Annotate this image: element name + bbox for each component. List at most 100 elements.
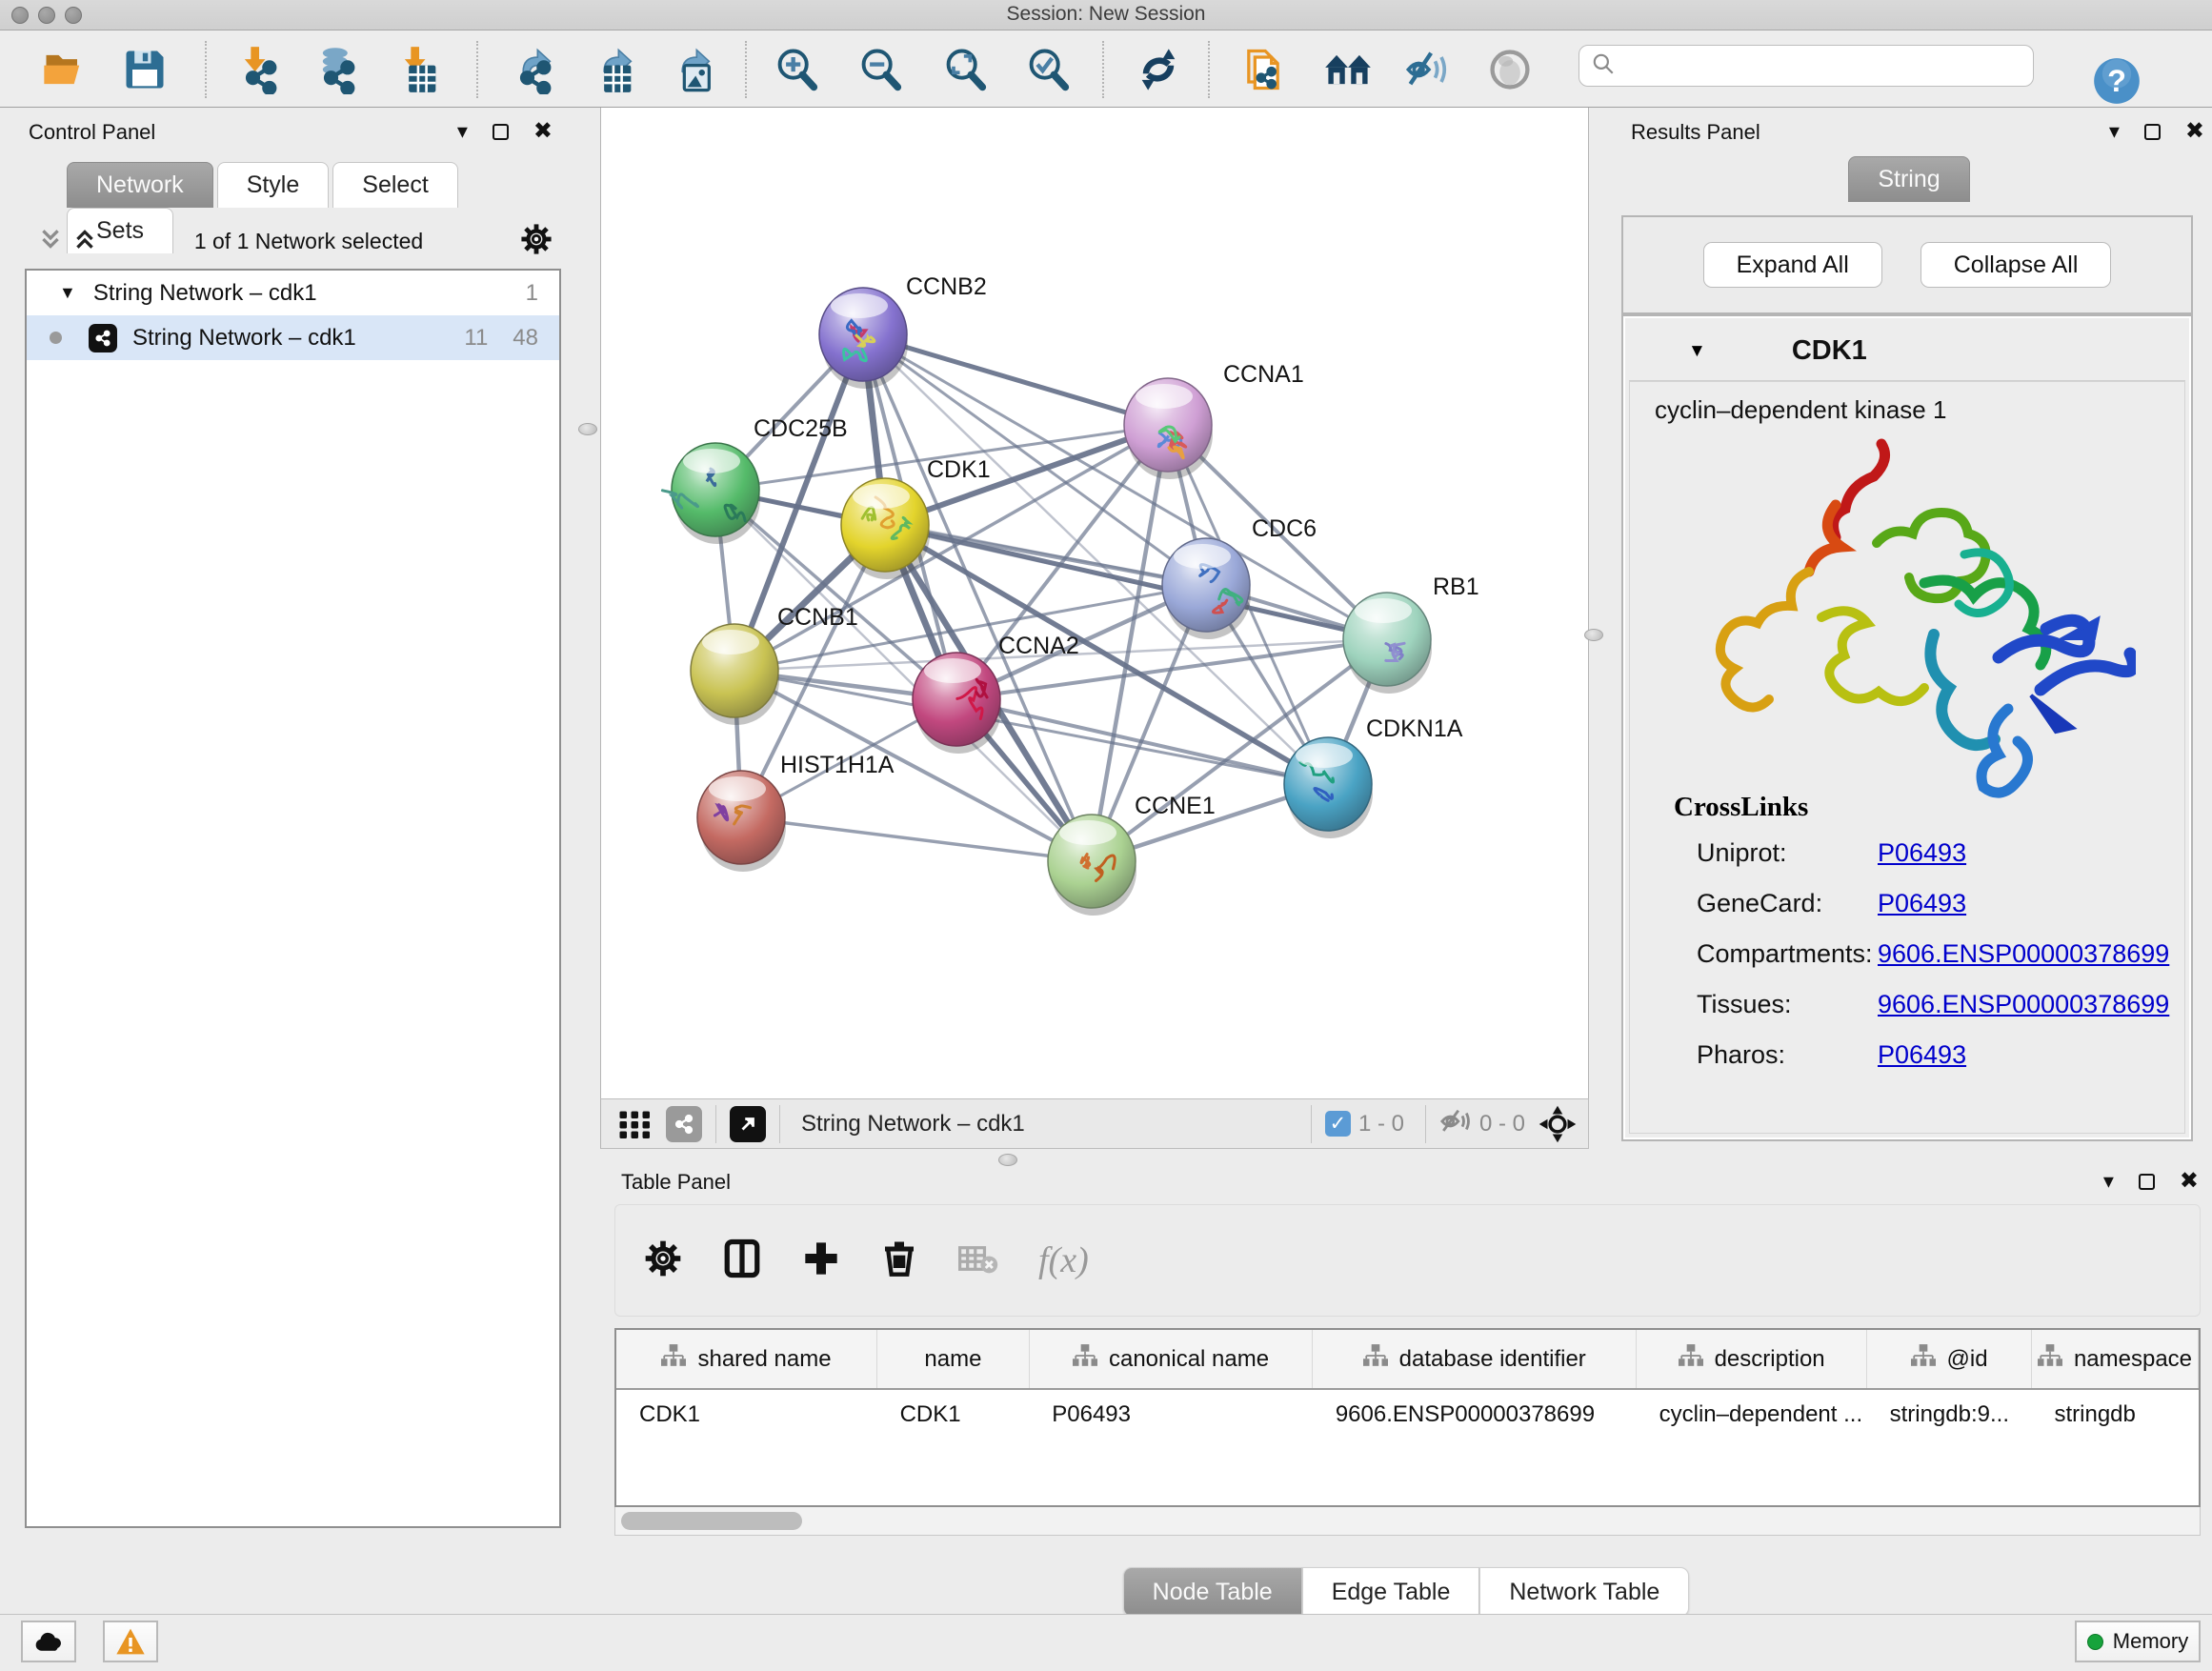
export-network-icon[interactable] [507, 43, 560, 96]
crosslink-link[interactable]: P06493 [1878, 1040, 1966, 1070]
expand-all-button[interactable]: Expand All [1703, 242, 1882, 288]
table-cell[interactable]: 9606.ENSP00000378699 [1313, 1389, 1637, 1439]
table-horizontal-scrollbar[interactable] [614, 1507, 2201, 1536]
gear-icon[interactable] [520, 223, 553, 260]
network-row-selected[interactable]: String Network – cdk1 11 48 [27, 315, 559, 360]
memory-button[interactable]: Memory [2075, 1621, 2201, 1662]
delete-column-icon[interactable] [880, 1239, 918, 1282]
collection-expand-icon[interactable]: ▼ [59, 283, 76, 303]
network-node-cdkn1a[interactable]: CDKN1A [1284, 715, 1463, 838]
collapse-all-button[interactable]: Collapse All [1920, 242, 2112, 288]
tab-string[interactable]: String [1848, 156, 1969, 202]
clone-network-icon[interactable] [1237, 43, 1290, 96]
control-panel-close-icon[interactable]: ✖ [533, 120, 553, 143]
tab-select[interactable]: Select [332, 162, 457, 208]
results-panel-float-icon[interactable] [2144, 124, 2161, 140]
save-session-icon[interactable] [118, 43, 171, 96]
network-node-cdk1[interactable]: CDK1 [841, 456, 991, 579]
protein-section-header[interactable]: ▼ CDK1 [1629, 322, 2185, 381]
hide-graphics-icon[interactable] [1402, 43, 1456, 96]
table-panel-float-icon[interactable] [2139, 1174, 2155, 1190]
hidden-items-icon[interactable] [1439, 1105, 1472, 1142]
column-header-canonical-name[interactable]: canonical name [1029, 1330, 1313, 1389]
tab-style[interactable]: Style [217, 162, 330, 208]
export-image-icon[interactable] [666, 43, 719, 96]
tab-edge-table[interactable]: Edge Table [1302, 1567, 1480, 1617]
crosslink-link[interactable]: P06493 [1878, 889, 1966, 918]
network-node-ccna1[interactable]: CCNA1 [1124, 361, 1304, 479]
horizontal-splitter-handle[interactable] [998, 1154, 1017, 1166]
table-cell[interactable]: cyclin–dependent ... [1637, 1389, 1867, 1439]
refresh-layout-icon[interactable] [1132, 43, 1185, 96]
table-panel-menu-icon[interactable]: ▾ [2103, 1171, 2114, 1192]
column-header-name[interactable]: name [877, 1330, 1030, 1389]
cloud-status-button[interactable] [21, 1621, 76, 1662]
search-input[interactable] [1616, 48, 2033, 84]
home-icon[interactable] [1321, 43, 1375, 96]
string-network-icon[interactable] [666, 1106, 702, 1142]
scrollbar-thumb[interactable] [621, 1512, 802, 1530]
network-collection-row[interactable]: ▼ String Network – cdk1 1 [27, 271, 559, 315]
network-node-hist1h1a[interactable]: HIST1H1A [697, 752, 895, 872]
warning-status-button[interactable] [103, 1621, 158, 1662]
network-edge[interactable] [885, 525, 1387, 639]
node-attribute-table[interactable]: shared namenamecanonical namedatabase id… [614, 1328, 2201, 1507]
table-cell[interactable]: stringdb [2031, 1389, 2198, 1439]
column-header-namespace[interactable]: namespace [2031, 1330, 2198, 1389]
node-label-ccna2: CCNA2 [998, 633, 1079, 659]
network-node-cdc6[interactable]: CDC6 [1162, 515, 1317, 639]
left-splitter-handle[interactable] [578, 423, 597, 435]
export-table-icon[interactable] [588, 43, 641, 96]
table-cell[interactable]: CDK1 [877, 1389, 1030, 1439]
network-view-canvas[interactable]: CCNB2CCNA1CDC25BCDK1CDC6RB1CCNB1CCNA2CDK… [600, 108, 1589, 1098]
control-panel-menu-icon[interactable]: ▾ [457, 121, 468, 142]
zoom-in-icon[interactable] [771, 43, 824, 96]
tab-network[interactable]: Network [67, 162, 213, 208]
column-header--id[interactable]: @id [1867, 1330, 2032, 1389]
birds-eye-view-icon[interactable] [614, 1097, 656, 1151]
network-node-rb1[interactable]: RB1 [1343, 574, 1479, 694]
import-network-database-icon[interactable] [311, 43, 364, 96]
show-graphics-icon[interactable] [1483, 43, 1537, 96]
zoom-selected-icon[interactable] [1022, 43, 1076, 96]
network-edge[interactable] [863, 334, 1092, 861]
crosslink-link[interactable]: 9606.ENSP00000378699 [1878, 990, 2169, 1019]
fit-content-icon[interactable] [1533, 1097, 1582, 1151]
table-settings-gear-icon[interactable] [644, 1239, 682, 1282]
network-edge[interactable] [863, 334, 1387, 639]
open-in-window-icon[interactable] [730, 1106, 766, 1142]
import-network-file-icon[interactable] [232, 43, 286, 96]
show-columns-icon[interactable] [722, 1238, 762, 1283]
expand-all-icon[interactable] [72, 227, 97, 256]
table-cell[interactable]: CDK1 [616, 1389, 877, 1439]
network-edge[interactable] [956, 699, 1328, 784]
column-header-description[interactable]: description [1637, 1330, 1867, 1389]
column-header-database-identifier[interactable]: database identifier [1313, 1330, 1637, 1389]
import-table-icon[interactable] [392, 43, 446, 96]
zoom-fit-icon[interactable] [939, 43, 993, 96]
network-node-ccnb1[interactable]: CCNB1 [691, 604, 858, 725]
column-header-shared-name[interactable]: shared name [616, 1330, 877, 1389]
search-box[interactable] [1579, 45, 2034, 87]
crosslink-link[interactable]: P06493 [1878, 838, 1966, 868]
table-row[interactable]: CDK1CDK1P064939606.ENSP00000378699cyclin… [616, 1389, 2199, 1439]
zoom-out-icon[interactable] [855, 43, 908, 96]
network-edge[interactable] [741, 817, 1092, 861]
open-session-icon[interactable] [38, 43, 91, 96]
table-cell[interactable]: P06493 [1029, 1389, 1313, 1439]
crosslink-link[interactable]: 9606.ENSP00000378699 [1878, 939, 2169, 969]
protein-collapse-icon[interactable]: ▼ [1688, 341, 1706, 362]
network-node-ccne1[interactable]: CCNE1 [1048, 793, 1216, 916]
table-cell[interactable]: stringdb:9... [1867, 1389, 2032, 1439]
tab-node-table[interactable]: Node Table [1123, 1567, 1302, 1617]
tab-network-table[interactable]: Network Table [1479, 1567, 1689, 1617]
results-panel-menu-icon[interactable]: ▾ [2109, 121, 2120, 142]
control-panel-float-icon[interactable] [493, 124, 509, 140]
help-icon[interactable]: ? [2092, 56, 2142, 106]
add-column-icon[interactable] [802, 1239, 840, 1282]
results-panel-close-icon[interactable]: ✖ [2185, 120, 2204, 143]
table-panel-close-icon[interactable]: ✖ [2180, 1170, 2199, 1193]
selected-items-checkbox[interactable]: ✓ [1325, 1111, 1351, 1137]
collapse-all-icon[interactable] [38, 227, 63, 256]
right-splitter-handle[interactable] [1584, 629, 1603, 641]
